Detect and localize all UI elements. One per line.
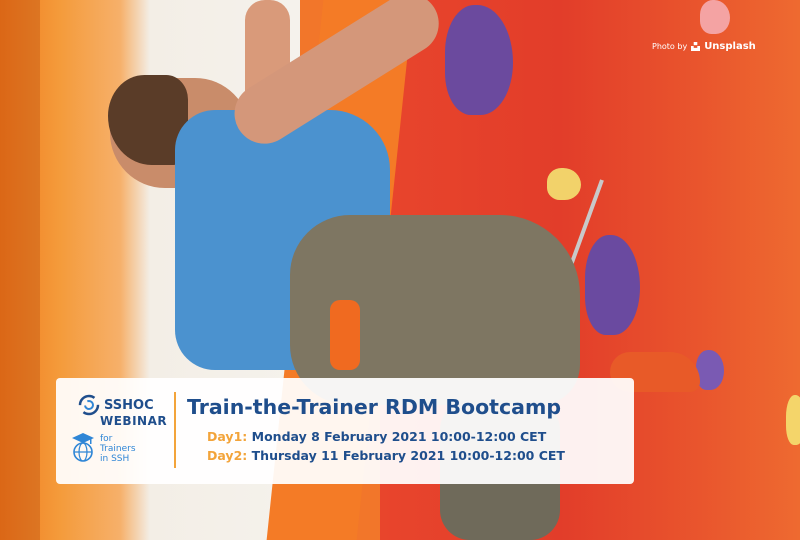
webinar-label: WEBINAR xyxy=(100,414,168,428)
day1-label: Day1: xyxy=(207,429,248,444)
wall-shadow xyxy=(0,0,40,540)
trainers-line-2: Trainers xyxy=(100,444,136,454)
event-title: Train-the-Trainer RDM Bootcamp xyxy=(187,395,561,419)
climbing-hold-yellow xyxy=(786,395,800,445)
photo-credit-prefix: Photo by xyxy=(652,41,688,51)
sshoc-webinar-logo: SSHOC WEBINAR for Trainers in SSH xyxy=(70,394,170,474)
banner-divider xyxy=(174,392,176,468)
sshoc-swirl-icon xyxy=(78,394,100,416)
sshoc-logo: SSHOC xyxy=(78,394,154,416)
graduation-globe-icon xyxy=(72,433,94,462)
day2-date: Thursday 11 February 2021 10:00-12:00 CE… xyxy=(251,448,565,463)
day1-schedule: Day1: Monday 8 February 2021 10:00-12:00… xyxy=(207,429,546,444)
climbing-hold-purple xyxy=(585,235,640,335)
photo-credit: Photo by Unsplash xyxy=(652,38,756,54)
day1-date: Monday 8 February 2021 10:00-12:00 CET xyxy=(251,429,547,444)
climbing-hold-purple xyxy=(696,350,724,390)
trainers-line-3: in SSH xyxy=(100,454,130,464)
trainers-text: for Trainers in SSH xyxy=(100,434,136,464)
trainers-line-1: for xyxy=(100,434,113,444)
sshoc-logo-text: SSHOC xyxy=(104,397,154,413)
day2-label: Day2: xyxy=(207,448,248,463)
day2-schedule: Day2: Thursday 11 February 2021 10:00-12… xyxy=(207,448,565,463)
trainers-badge: for Trainers in SSH xyxy=(70,432,136,464)
unsplash-logo-icon xyxy=(691,41,701,51)
climbing-hold-purple xyxy=(445,5,513,115)
photo-credit-brand: Unsplash xyxy=(704,40,756,52)
webinar-banner: SSHOC WEBINAR for Trainers in SSH Train-… xyxy=(56,378,634,484)
climber-harness xyxy=(330,300,360,370)
climbing-hold-yellow xyxy=(547,168,581,200)
climbing-hold-pink xyxy=(700,0,730,34)
